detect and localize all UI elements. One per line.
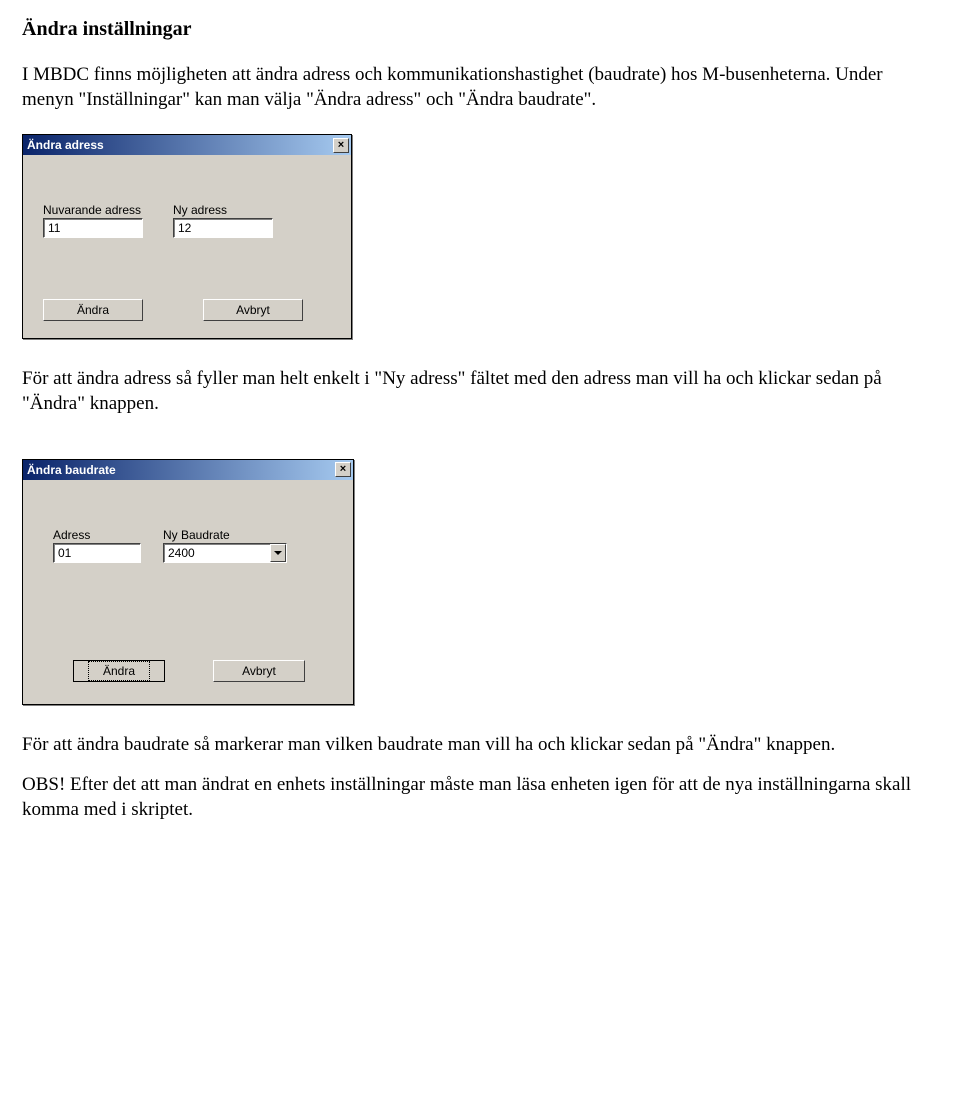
cancel-button[interactable]: Avbryt — [213, 660, 305, 682]
dialog-change-address: Ändra adress × Nuvarande adress Ny adres… — [22, 134, 352, 339]
dialog-titlebar: Ändra adress × — [23, 135, 351, 155]
new-baudrate-label: Ny Baudrate — [163, 528, 230, 542]
baudrate-select[interactable]: 2400 — [163, 543, 287, 563]
dialog-titlebar: Ändra baudrate × — [23, 460, 353, 480]
baudrate-value: 2400 — [164, 544, 270, 562]
change-button[interactable]: Ändra — [43, 299, 143, 321]
close-icon[interactable]: × — [335, 462, 351, 477]
current-address-input[interactable]: 11 — [43, 218, 143, 238]
paragraph-address-instructions: För att ändra adress så fyller man helt … — [22, 367, 938, 416]
dialog-title: Ändra adress — [27, 138, 104, 152]
intro-paragraph: I MBDC finns möjligheten att ändra adres… — [22, 63, 938, 112]
new-address-input[interactable]: 12 — [173, 218, 273, 238]
change-button-label: Ändra — [88, 661, 150, 681]
new-address-label: Ny adress — [173, 203, 227, 217]
address-input[interactable]: 01 — [53, 543, 141, 563]
close-icon[interactable]: × — [333, 138, 349, 153]
address-label: Adress — [53, 528, 90, 542]
current-address-label: Nuvarande adress — [43, 203, 141, 217]
chevron-down-icon[interactable] — [270, 544, 286, 562]
paragraph-observe: OBS! Efter det att man ändrat en enhets … — [22, 773, 938, 822]
paragraph-baudrate-instructions: För att ändra baudrate så markerar man v… — [22, 733, 938, 758]
dialog-change-baudrate: Ändra baudrate × Adress Ny Baudrate 01 2… — [22, 459, 354, 705]
change-button[interactable]: Ändra — [73, 660, 165, 682]
dialog-title: Ändra baudrate — [27, 463, 116, 477]
cancel-button[interactable]: Avbryt — [203, 299, 303, 321]
page-title: Ändra inställningar — [22, 18, 938, 41]
